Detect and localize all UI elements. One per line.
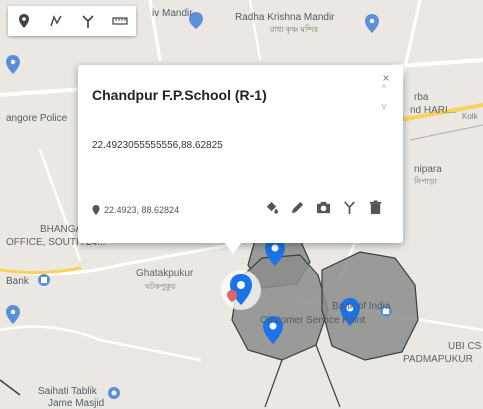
map-pin-icon xyxy=(19,14,29,28)
camera-icon xyxy=(316,201,330,213)
map-label: Radha Krishna Mandir xyxy=(235,12,335,23)
scroll-down-icon[interactable]: v xyxy=(379,101,389,111)
scroll-up-icon[interactable]: ^ xyxy=(379,83,389,93)
map-label: iv Mandir xyxy=(152,8,193,19)
map-label: ঘটকপুকুর xyxy=(145,282,176,291)
delete-button[interactable] xyxy=(367,199,383,215)
measure-tool-button[interactable] xyxy=(104,6,136,36)
map-label: রাধা কৃষ্ণ মন্দির xyxy=(270,25,319,34)
popup-actions xyxy=(263,199,383,215)
info-window: × ^ v Chandpur F.P.School (R-1) 22.49230… xyxy=(78,65,403,254)
route-fork-icon xyxy=(82,15,94,28)
style-button[interactable] xyxy=(263,199,279,215)
route-tool-button[interactable] xyxy=(72,6,104,36)
map-label: Jame Masjid xyxy=(48,398,105,409)
route-fork-icon xyxy=(343,200,355,214)
pencil-icon xyxy=(291,201,303,213)
map-label: nd HARI... xyxy=(410,105,457,116)
ruler-icon xyxy=(112,17,128,25)
popup-description: 22.4923055555556,88.62825 xyxy=(92,140,223,151)
trash-icon xyxy=(369,199,381,214)
map-label: Bank of India xyxy=(332,301,391,312)
paint-bucket-icon xyxy=(266,201,278,214)
map-label: Ghatakpukur xyxy=(136,268,194,279)
map-label: নিপাড়া xyxy=(414,177,437,186)
photo-button[interactable] xyxy=(315,199,331,215)
map-label: Saihati Tablik xyxy=(38,386,97,397)
map-label: Kolk xyxy=(462,112,478,121)
poi-bank-icon[interactable] xyxy=(38,274,50,286)
map-label: Bank xyxy=(6,276,29,287)
map-label: BHANGA xyxy=(40,224,83,235)
polyline-tool-button[interactable] xyxy=(40,6,72,36)
marker-tool-button[interactable] xyxy=(8,6,40,36)
route-button[interactable] xyxy=(341,199,357,215)
popup-coordinates: 22.4923, 88.62824 xyxy=(92,205,179,215)
draw-line-icon xyxy=(50,15,62,27)
popup-pointer xyxy=(224,242,242,254)
edit-button[interactable] xyxy=(289,199,305,215)
map-label: Customer Service Point xyxy=(260,315,366,326)
map-label: angore Police xyxy=(6,113,68,124)
map-label: PADMAPUKUR xyxy=(403,354,473,365)
map-pin-icon xyxy=(92,205,100,215)
drawing-toolbar xyxy=(8,6,136,36)
popup-title: Chandpur F.P.School (R-1) xyxy=(92,87,267,103)
map-label: UBI CS xyxy=(448,341,482,352)
map-label: nipara xyxy=(414,164,442,175)
poi-masjid-icon[interactable] xyxy=(108,387,120,399)
popup-latlng-text: 22.4923, 88.62824 xyxy=(104,205,180,215)
map-label: rba xyxy=(414,92,429,103)
